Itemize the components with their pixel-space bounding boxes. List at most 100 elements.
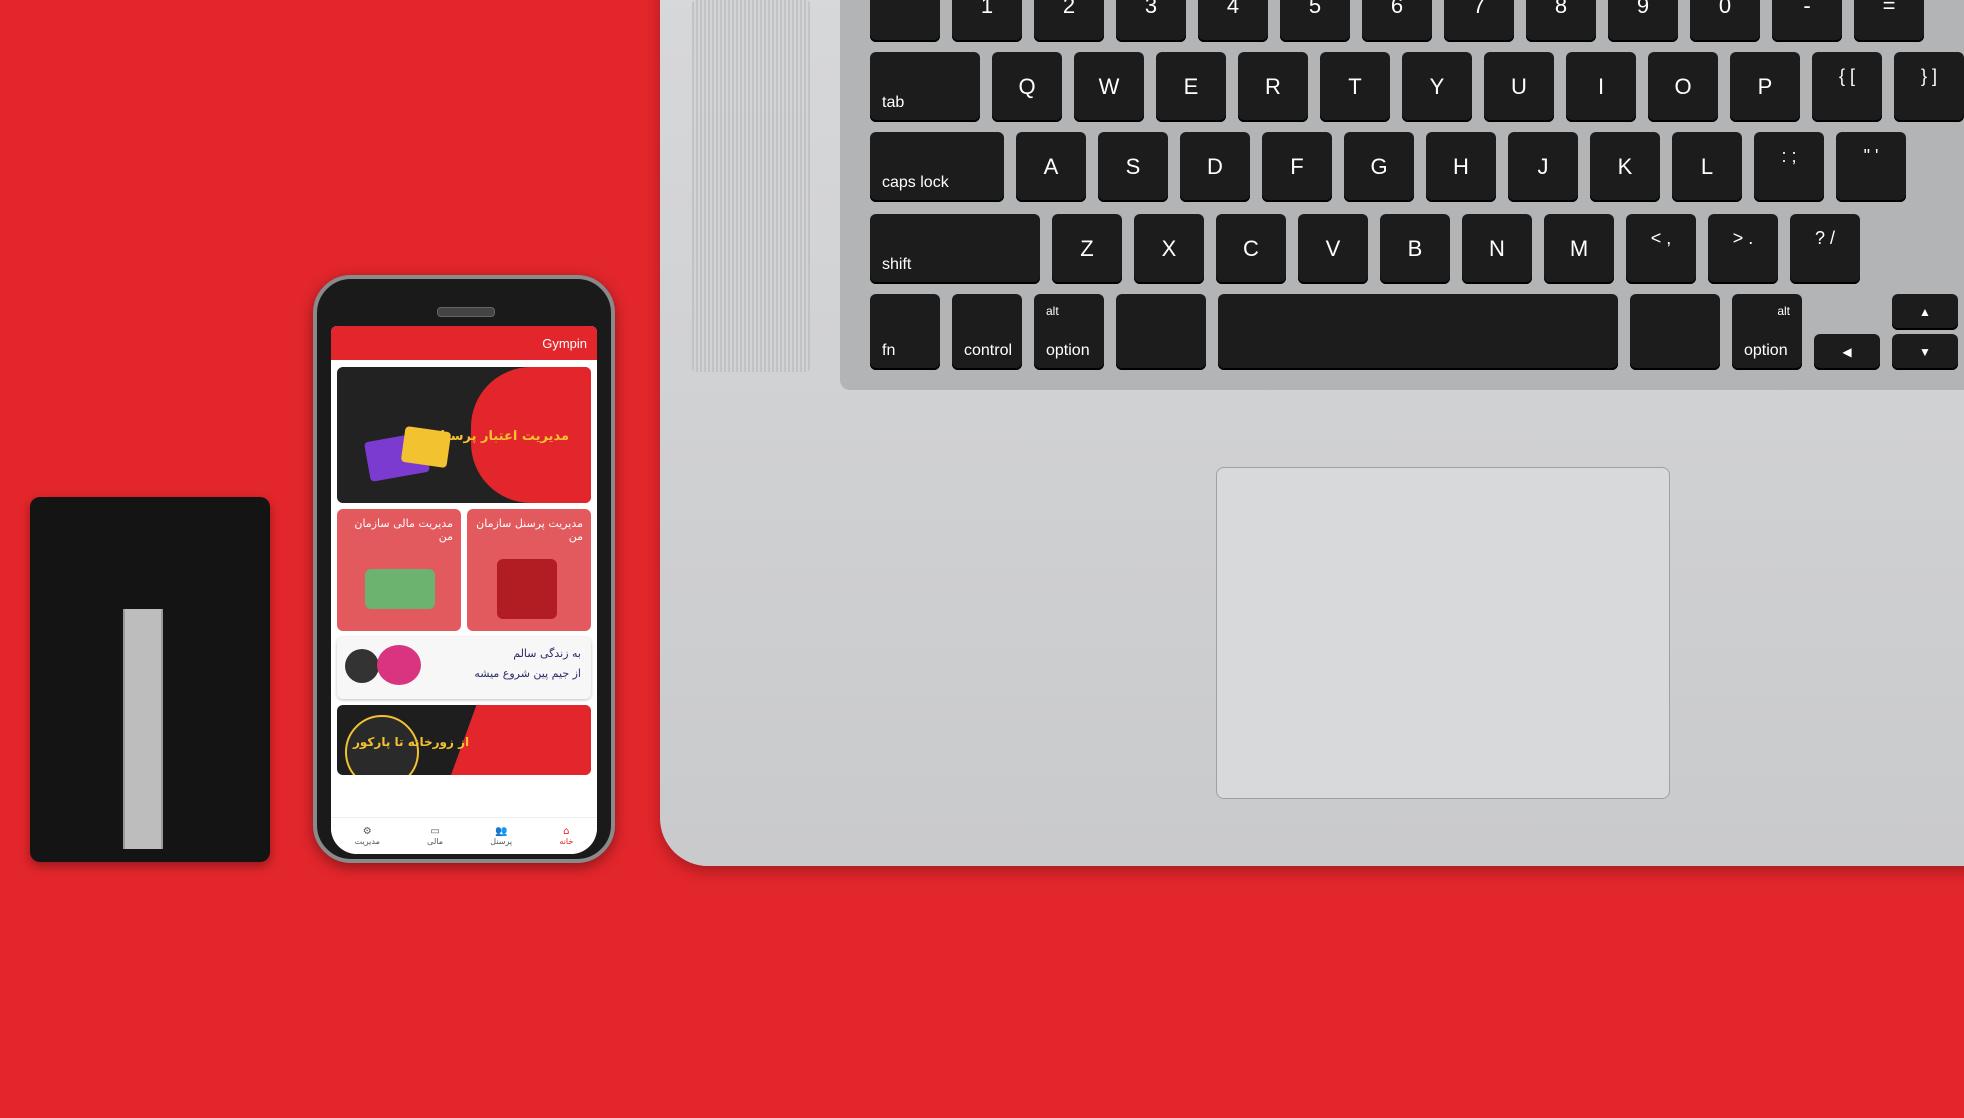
banner-red-shape [451, 705, 591, 775]
zurkhane-banner[interactable]: از زورخانه تا پارکور [337, 705, 591, 775]
bottom-nav: ⚙ مدیریت ▭ مالی 👥 پرسنل ⌂ خانه [331, 817, 597, 854]
people-icon: 👥 [494, 826, 508, 837]
manage-icon: ⚙ [362, 826, 372, 837]
feed[interactable]: مدیریت اعتبار پرسنل مدیریت مالی سازمان م… [331, 360, 597, 775]
key-z[interactable]: Z [1052, 214, 1122, 284]
key-2[interactable]: 2 [1034, 0, 1104, 42]
key-arrow-up[interactable]: ▲ [1892, 294, 1958, 330]
key-7[interactable]: 7 [1444, 0, 1514, 42]
nav-label: مالی [427, 837, 443, 846]
key-5[interactable]: 5 [1280, 0, 1350, 42]
key-r[interactable]: R [1238, 52, 1308, 122]
trackpad[interactable] [1216, 467, 1670, 799]
key-q[interactable]: Q [992, 52, 1062, 122]
key-b[interactable]: B [1380, 214, 1450, 284]
key-a[interactable]: A [1016, 132, 1086, 202]
key-c[interactable]: C [1216, 214, 1286, 284]
key-bracket-left[interactable]: { [ [1812, 52, 1882, 122]
key-command-left[interactable] [1116, 294, 1206, 370]
key-w[interactable]: W [1074, 52, 1144, 122]
key-f[interactable]: F [1262, 132, 1332, 202]
key-3[interactable]: 3 [1116, 0, 1186, 42]
nav-label: پرسنل [490, 837, 513, 846]
key-option-left[interactable]: alt option [1034, 294, 1104, 370]
key-semicolon[interactable]: : ; [1754, 132, 1824, 202]
key-command-right[interactable] [1630, 294, 1720, 370]
nav-label: مدیریت [354, 837, 380, 846]
key-shift[interactable]: shift [870, 214, 1040, 284]
key-y[interactable]: Y [1402, 52, 1472, 122]
key-k[interactable]: K [1590, 132, 1660, 202]
key-d[interactable]: D [1180, 132, 1250, 202]
health-line-1: به زندگی سالم [513, 647, 581, 660]
key-period[interactable]: > . [1708, 214, 1778, 284]
key-s[interactable]: S [1098, 132, 1168, 202]
credit-banner-title: مدیریت اعتبار پرسنل [433, 429, 569, 444]
key-slash[interactable]: ? / [1790, 214, 1860, 284]
nav-item-home[interactable]: ⌂ خانه [559, 826, 573, 846]
key-n[interactable]: N [1462, 214, 1532, 284]
tile-grid: مدیریت مالی سازمان من مدیریت پرسنل سازما… [337, 509, 591, 631]
speaker-grille [692, 0, 810, 372]
key-8[interactable]: 8 [1526, 0, 1596, 42]
nav-item-staff[interactable]: 👥 پرسنل [490, 826, 512, 846]
credit-banner[interactable]: مدیریت اعتبار پرسنل [337, 367, 591, 503]
key-caps-lock[interactable]: caps lock [870, 132, 1004, 202]
key-backtick[interactable]: ` [870, 0, 940, 42]
phone: Gympin مدیریت اعتبار پرسنل مدیریت مالی س… [313, 275, 615, 863]
key-fn[interactable]: fn [870, 294, 940, 370]
app-bar: Gympin [331, 326, 597, 360]
keyboard: ` 1 2 3 4 5 6 7 8 9 0 - = tab Q W E R T … [840, 0, 1964, 390]
ball-icon [345, 649, 379, 683]
key-tab[interactable]: tab [870, 52, 980, 122]
key-i[interactable]: I [1566, 52, 1636, 122]
key-u[interactable]: U [1484, 52, 1554, 122]
home-icon: ⌂ [563, 826, 570, 837]
financial-tile[interactable]: مدیریت مالی سازمان من [337, 509, 461, 631]
staff-illustration-icon [497, 559, 557, 619]
key-0[interactable]: 0 [1690, 0, 1760, 42]
phone-speaker-icon [437, 307, 495, 317]
key-minus[interactable]: - [1772, 0, 1842, 42]
key-v[interactable]: V [1298, 214, 1368, 284]
key-j[interactable]: J [1508, 132, 1578, 202]
black-card [30, 497, 270, 862]
key-arrow-left[interactable]: ◀ [1814, 334, 1880, 370]
key-equals[interactable]: = [1854, 0, 1924, 42]
key-9[interactable]: 9 [1608, 0, 1678, 42]
key-o[interactable]: O [1648, 52, 1718, 122]
key-l[interactable]: L [1672, 132, 1742, 202]
key-bracket-right[interactable]: } ] [1894, 52, 1964, 122]
key-4[interactable]: 4 [1198, 0, 1268, 42]
key-g[interactable]: G [1344, 132, 1414, 202]
health-line-2: از جیم پین شروع میشه [474, 667, 581, 680]
card-icon: ▭ [430, 826, 440, 837]
key-option-right[interactable]: alt option [1732, 294, 1802, 370]
key-e[interactable]: E [1156, 52, 1226, 122]
money-icon [365, 569, 435, 609]
key-m[interactable]: M [1544, 214, 1614, 284]
nav-item-financial[interactable]: ▭ مالی [427, 826, 443, 846]
key-comma[interactable]: < , [1626, 214, 1696, 284]
key-1[interactable]: 1 [952, 0, 1022, 42]
key-h[interactable]: H [1426, 132, 1496, 202]
key-x[interactable]: X [1134, 214, 1204, 284]
app-title: Gympin [542, 335, 587, 351]
key-6[interactable]: 6 [1362, 0, 1432, 42]
nav-label: خانه [559, 837, 574, 846]
financial-tile-title: مدیریت مالی سازمان من [354, 517, 453, 543]
staff-tile[interactable]: مدیریت پرسنل سازمان من [467, 509, 591, 631]
nav-item-manage[interactable]: ⚙ مدیریت [355, 826, 380, 846]
card-strip [123, 609, 163, 849]
zurkhane-title: از زورخانه تا پارکور [353, 735, 470, 749]
key-t[interactable]: T [1320, 52, 1390, 122]
key-control[interactable]: control [952, 294, 1022, 370]
key-quote[interactable]: " ' [1836, 132, 1906, 202]
key-p[interactable]: P [1730, 52, 1800, 122]
staff-tile-title: مدیریت پرسنل سازمان من [476, 517, 583, 543]
racket-icon [377, 645, 421, 685]
key-space[interactable] [1218, 294, 1618, 370]
key-arrow-down[interactable]: ▼ [1892, 334, 1958, 370]
health-banner[interactable]: به زندگی سالم از جیم پین شروع میشه [337, 637, 591, 699]
phone-screen: Gympin مدیریت اعتبار پرسنل مدیریت مالی س… [331, 326, 597, 854]
